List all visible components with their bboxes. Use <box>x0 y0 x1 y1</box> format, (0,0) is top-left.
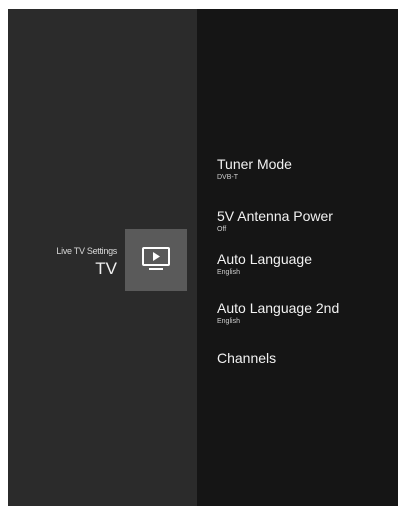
tv-tile <box>125 229 187 291</box>
menu-item-channels[interactable]: Channels <box>217 350 397 366</box>
menu-item-label: Auto Language 2nd <box>217 300 340 316</box>
menu-item-value: English <box>217 318 240 325</box>
breadcrumb: Live TV Settings TV <box>56 246 117 279</box>
menu-item-label: Tuner Mode <box>217 156 292 172</box>
menu-item-auto-language[interactable]: Auto Language English <box>217 251 397 277</box>
menu-item-value: English <box>217 269 240 276</box>
settings-screen: Live TV Settings TV Tuner Mode DVB-T 5V … <box>8 9 398 506</box>
left-panel: Live TV Settings TV <box>8 9 197 506</box>
breadcrumb-section: Live TV Settings <box>56 246 117 256</box>
page-title: TV <box>95 259 117 278</box>
menu-item-5v-antenna-power[interactable]: 5V Antenna Power Off <box>217 208 397 234</box>
menu-item-auto-language-2nd[interactable]: Auto Language 2nd English <box>217 300 397 326</box>
menu-item-tuner-mode[interactable]: Tuner Mode DVB-T <box>217 156 397 182</box>
menu-item-label: Auto Language <box>217 251 312 267</box>
menu-item-value: DVB-T <box>217 174 238 181</box>
menu-item-value: Off <box>217 226 227 233</box>
tv-play-icon <box>142 247 170 270</box>
menu-item-label: Channels <box>217 350 277 366</box>
menu-item-label: 5V Antenna Power <box>217 208 333 224</box>
